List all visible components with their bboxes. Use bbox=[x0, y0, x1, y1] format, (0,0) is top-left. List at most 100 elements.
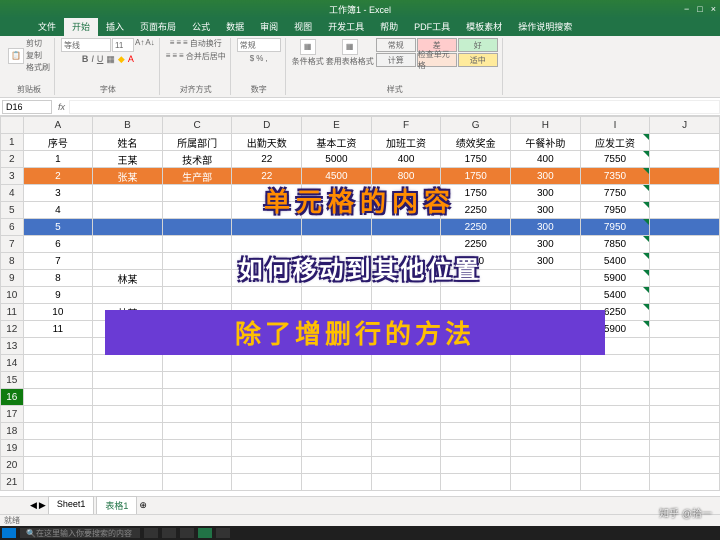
col-header[interactable]: J bbox=[650, 117, 720, 134]
cell[interactable]: 4500 bbox=[302, 168, 372, 185]
cell[interactable] bbox=[650, 287, 720, 304]
cell[interactable] bbox=[511, 440, 581, 457]
cell[interactable] bbox=[511, 389, 581, 406]
cell[interactable] bbox=[650, 338, 720, 355]
currency-icon[interactable]: $ bbox=[250, 54, 254, 63]
close-icon[interactable]: × bbox=[711, 4, 716, 14]
col-header[interactable]: B bbox=[93, 117, 163, 134]
sheet-tab[interactable]: 表格1 bbox=[96, 496, 137, 516]
row-header[interactable]: 1 bbox=[1, 134, 24, 151]
cell[interactable] bbox=[441, 423, 511, 440]
cell[interactable]: 7350 bbox=[580, 168, 650, 185]
cell[interactable] bbox=[441, 406, 511, 423]
cell[interactable] bbox=[371, 389, 441, 406]
row-header[interactable]: 20 bbox=[1, 457, 24, 474]
cell[interactable] bbox=[371, 202, 441, 219]
cell[interactable] bbox=[302, 253, 372, 270]
col-header[interactable] bbox=[1, 117, 24, 134]
cell[interactable] bbox=[580, 389, 650, 406]
cell[interactable]: 所属部门 bbox=[162, 134, 232, 151]
cell[interactable] bbox=[93, 236, 163, 253]
cell[interactable]: 加班工资 bbox=[371, 134, 441, 151]
cell[interactable]: 2 bbox=[23, 168, 93, 185]
cell[interactable] bbox=[232, 236, 302, 253]
row-header[interactable]: 6 bbox=[1, 219, 24, 236]
cell[interactable] bbox=[93, 457, 163, 474]
align-top-icon[interactable]: ≡ bbox=[170, 38, 175, 49]
cell[interactable] bbox=[232, 219, 302, 236]
cell[interactable] bbox=[162, 355, 232, 372]
cell[interactable]: 2250 bbox=[441, 219, 511, 236]
cell[interactable] bbox=[162, 287, 232, 304]
cell[interactable] bbox=[580, 440, 650, 457]
cell[interactable] bbox=[511, 406, 581, 423]
cell[interactable]: 王某 bbox=[93, 151, 163, 168]
ribbon-tab[interactable]: 帮助 bbox=[372, 17, 406, 36]
cell[interactable] bbox=[511, 287, 581, 304]
cell[interactable]: 6250 bbox=[580, 304, 650, 321]
cell[interactable]: 6 bbox=[23, 236, 93, 253]
cell[interactable] bbox=[23, 372, 93, 389]
cell[interactable] bbox=[23, 457, 93, 474]
cell[interactable] bbox=[23, 440, 93, 457]
cell[interactable] bbox=[371, 423, 441, 440]
cell[interactable]: 400 bbox=[511, 151, 581, 168]
cell[interactable]: 300 bbox=[371, 321, 441, 338]
format-painter-button[interactable]: 格式刷 bbox=[26, 62, 50, 73]
spreadsheet-grid[interactable]: ABCDEFGHIJ1序号姓名所属部门出勤天数基本工资加班工资绩效奖金午餐补助应… bbox=[0, 116, 720, 491]
cell[interactable] bbox=[580, 474, 650, 491]
cell[interactable] bbox=[232, 372, 302, 389]
cell[interactable]: 午餐补助 bbox=[511, 134, 581, 151]
cell[interactable]: 7750 bbox=[580, 185, 650, 202]
excel-icon[interactable] bbox=[198, 528, 212, 538]
cell[interactable] bbox=[302, 406, 372, 423]
ribbon-tab[interactable]: 开始 bbox=[64, 17, 98, 36]
cell[interactable] bbox=[232, 440, 302, 457]
cell[interactable] bbox=[441, 457, 511, 474]
cell[interactable] bbox=[580, 423, 650, 440]
cell[interactable] bbox=[650, 304, 720, 321]
row-header[interactable]: 2 bbox=[1, 151, 24, 168]
col-header[interactable]: I bbox=[580, 117, 650, 134]
cell[interactable]: 2250 bbox=[441, 202, 511, 219]
cell[interactable] bbox=[162, 406, 232, 423]
row-header[interactable]: 5 bbox=[1, 202, 24, 219]
cell[interactable]: 林某 bbox=[93, 304, 163, 321]
cell[interactable]: 22 bbox=[232, 321, 302, 338]
cell[interactable] bbox=[23, 389, 93, 406]
cell[interactable] bbox=[302, 372, 372, 389]
font-size-select[interactable]: 11 bbox=[112, 38, 134, 52]
row-header[interactable]: 17 bbox=[1, 406, 24, 423]
cell[interactable] bbox=[302, 236, 372, 253]
cell[interactable] bbox=[650, 202, 720, 219]
cell[interactable] bbox=[93, 338, 163, 355]
cell[interactable] bbox=[441, 389, 511, 406]
cell[interactable] bbox=[650, 423, 720, 440]
cell[interactable] bbox=[650, 372, 720, 389]
cell[interactable] bbox=[650, 406, 720, 423]
cell[interactable] bbox=[162, 253, 232, 270]
cell[interactable]: 800 bbox=[371, 168, 441, 185]
ribbon-tab[interactable]: PDF工具 bbox=[406, 17, 458, 36]
cell[interactable]: 300 bbox=[511, 185, 581, 202]
wrap-text-button[interactable]: 自动换行 bbox=[190, 38, 222, 49]
cell[interactable] bbox=[371, 474, 441, 491]
cell[interactable] bbox=[232, 253, 302, 270]
taskbar-search[interactable]: 🔍 在这里输入你要搜索的内容 bbox=[20, 528, 140, 538]
cell[interactable] bbox=[441, 287, 511, 304]
cell[interactable] bbox=[441, 355, 511, 372]
cell[interactable]: 22 bbox=[232, 151, 302, 168]
cell[interactable] bbox=[441, 338, 511, 355]
cell[interactable] bbox=[302, 202, 372, 219]
cell[interactable]: 7 bbox=[23, 253, 93, 270]
cell[interactable] bbox=[302, 270, 372, 287]
cell[interactable]: 行政部 bbox=[162, 321, 232, 338]
cell[interactable] bbox=[650, 185, 720, 202]
cell[interactable] bbox=[302, 338, 372, 355]
cell[interactable]: 7950 bbox=[580, 219, 650, 236]
ribbon-tab[interactable]: 视图 bbox=[286, 17, 320, 36]
cell[interactable] bbox=[371, 304, 441, 321]
cell[interactable] bbox=[93, 219, 163, 236]
font-color-icon[interactable]: A bbox=[128, 54, 134, 65]
cell[interactable] bbox=[93, 287, 163, 304]
